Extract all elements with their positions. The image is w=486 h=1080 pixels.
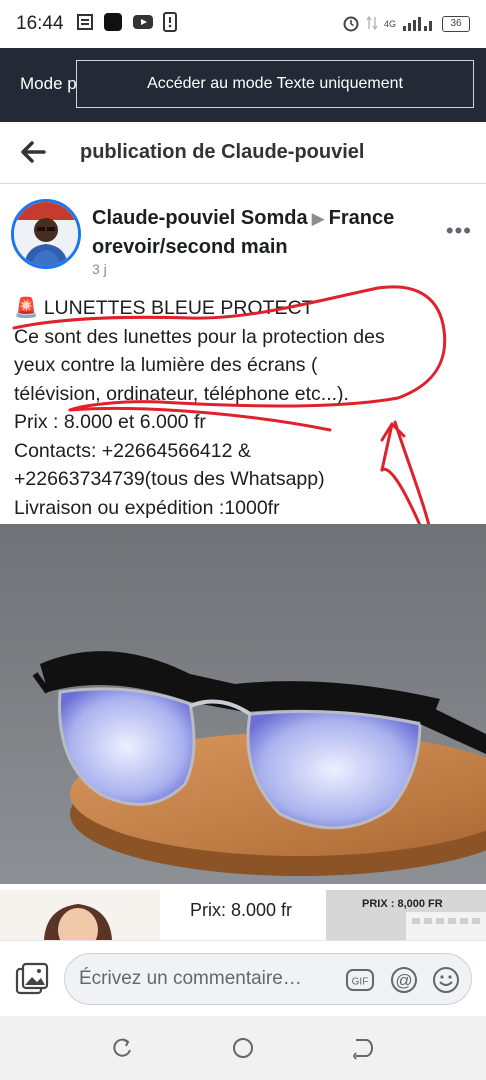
- mention-icon[interactable]: @: [389, 965, 419, 995]
- alert-icon: [162, 11, 177, 37]
- page-title: publication de Claude-pouviel: [80, 141, 365, 163]
- data-transfer-icon: [366, 15, 378, 34]
- battery-level: 36: [450, 18, 462, 29]
- text-only-mode-label: Accéder au mode Texte uniquement: [147, 75, 403, 92]
- photo-thumbnail[interactable]: PRIX : 8,000 FR: [326, 890, 486, 940]
- post-author-line: Claude-pouviel Somda ▶ France orevoir/seco…: [92, 204, 432, 262]
- gif-label: GIF: [352, 977, 369, 988]
- network-type: 4G: [383, 19, 396, 29]
- post-time[interactable]: 3 j: [92, 261, 107, 277]
- comment-input[interactable]: Écrivez un commentaire… GIF @: [64, 953, 472, 1005]
- emoji-icon[interactable]: [431, 965, 461, 995]
- status-time: 16:44: [16, 13, 64, 34]
- post-text-line: +22663734739(tous des Whatsapp): [14, 468, 325, 490]
- gif-icon[interactable]: GIF: [345, 965, 375, 995]
- product-photo[interactable]: [0, 524, 486, 884]
- post: Claude-pouviel Somda ▶ France orevoir/seco…: [0, 184, 486, 519]
- photo-thumbnail[interactable]: Prix: 8.000 fr: [164, 890, 324, 940]
- home-icon[interactable]: [231, 1036, 255, 1060]
- post-text-line: Livraison ou expédition :1000fr: [14, 496, 280, 519]
- mode-label: Mode p: [20, 74, 77, 93]
- post-text-line: Prix : 8.000 et 6.000 fr: [14, 411, 206, 433]
- status-right: 4G 36: [342, 14, 470, 35]
- back-nav-icon[interactable]: [352, 1036, 376, 1060]
- mode-bar: Mode p Accéder au mode Texte uniquement: [0, 48, 486, 122]
- battery-icon: 36: [442, 16, 470, 32]
- text-only-mode-button[interactable]: Accéder au mode Texte uniquement: [76, 60, 474, 108]
- post-text-line: télévision, ordinateur, téléphone etc...…: [14, 382, 349, 405]
- avatar[interactable]: [11, 199, 81, 269]
- post-text: 🚨 LUNETTES BLEUE PROTECT Ce sont des lune…: [14, 294, 479, 522]
- post-text-line: 🚨 LUNETTES BLEUE PROTECT: [14, 297, 314, 319]
- page-header: publication de Claude-pouviel: [0, 122, 486, 184]
- notes-icon: [76, 13, 94, 36]
- back-arrow-icon[interactable]: [18, 138, 48, 166]
- share-arrow-icon: ▶: [311, 209, 325, 228]
- photo-thumbnail[interactable]: [0, 890, 160, 940]
- post-text-line: Ce sont des lunettes pour la protection …: [14, 325, 385, 348]
- alarm-icon: [342, 14, 360, 35]
- comment-placeholder: Écrivez un commentaire…: [79, 968, 302, 989]
- mention-label: @: [395, 971, 412, 990]
- comment-bar: Écrivez un commentaire… GIF @: [0, 940, 486, 1016]
- signal-icon: [402, 15, 436, 34]
- photo-icon[interactable]: [14, 961, 50, 997]
- youtube-icon: [132, 13, 154, 36]
- post-header: Claude-pouviel Somda ▶ France orevoir/seco…: [0, 184, 486, 282]
- post-text-line: Contacts: +22664566412 &: [14, 439, 251, 462]
- system-nav-bar: [0, 1016, 486, 1080]
- more-options-icon[interactable]: •••: [446, 218, 472, 244]
- post-text-line: yeux contre la lumière des écrans (: [14, 354, 318, 376]
- app-icon: [103, 12, 123, 37]
- status-bar: 16:44 4G 36: [0, 0, 486, 48]
- price-caption: Prix: 8.000 fr: [190, 900, 293, 920]
- author-name[interactable]: Claude-pouviel Somda: [92, 207, 308, 229]
- recent-apps-icon[interactable]: [110, 1036, 134, 1060]
- more-photos-strip: Prix: 8.000 fr PRIX : 8,000 FR: [0, 884, 486, 940]
